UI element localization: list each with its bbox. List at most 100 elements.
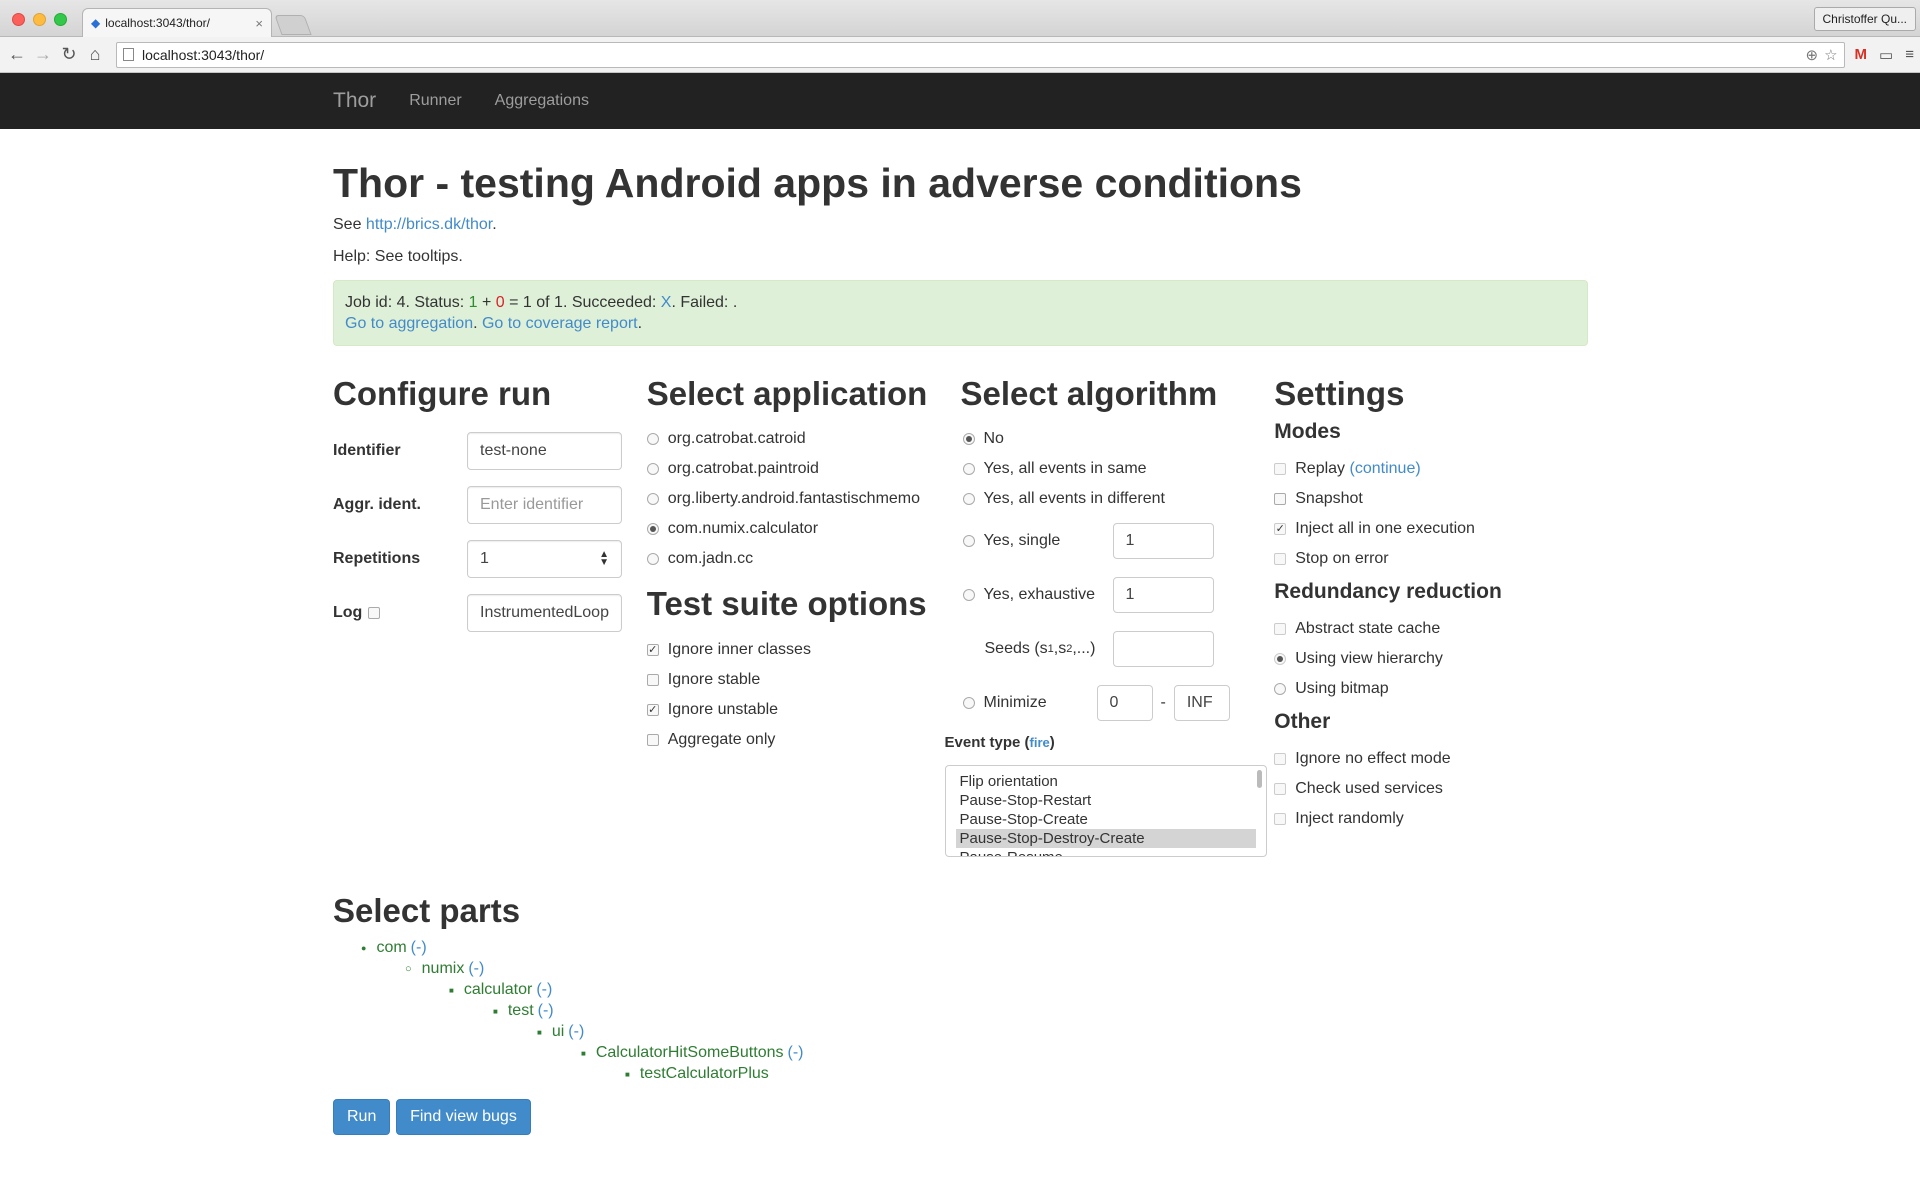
- tab-close-icon[interactable]: ×: [255, 16, 263, 31]
- menu-icon[interactable]: ≡: [1905, 46, 1914, 63]
- application-radio[interactable]: [646, 433, 659, 446]
- replay-option[interactable]: Replay (continue): [1274, 454, 1588, 484]
- abstract-cache-checkbox[interactable]: [1274, 623, 1287, 636]
- abstract-cache-option[interactable]: Abstract state cache: [1274, 614, 1588, 644]
- snapshot-option[interactable]: Snapshot: [1274, 484, 1588, 514]
- suite-checkbox[interactable]: [646, 673, 659, 686]
- minimize-window-button[interactable]: [33, 13, 46, 26]
- application-option[interactable]: org.catrobat.catroid: [646, 424, 961, 454]
- application-radio[interactable]: [646, 463, 659, 476]
- inject-all-option[interactable]: ✓ Inject all in one execution: [1274, 514, 1588, 544]
- cast-icon[interactable]: ▭: [1879, 46, 1893, 64]
- aggregation-link[interactable]: Go to aggregation: [345, 315, 473, 332]
- algo-no[interactable]: No: [961, 424, 1275, 454]
- bitmap-option[interactable]: Using bitmap: [1274, 674, 1588, 704]
- suite-checkbox[interactable]: ✓: [646, 703, 659, 716]
- tree-node-label[interactable]: calculator: [464, 981, 532, 999]
- zoom-icon[interactable]: ⊕: [1806, 46, 1819, 64]
- tree-collapse-toggle[interactable]: (-): [411, 939, 427, 957]
- log-checkbox[interactable]: [368, 607, 381, 620]
- event-type-option[interactable]: Flip orientation: [956, 772, 1256, 791]
- address-url[interactable]: localhost:3043/thor/: [142, 47, 1806, 63]
- close-window-button[interactable]: [12, 13, 25, 26]
- coverage-link[interactable]: Go to coverage report: [482, 315, 638, 332]
- application-radio[interactable]: [646, 523, 659, 536]
- algo-different[interactable]: Yes, all events in different: [961, 484, 1275, 514]
- continue-link[interactable]: (continue): [1350, 460, 1421, 478]
- algo-no-radio[interactable]: [962, 433, 975, 446]
- event-type-option[interactable]: Pause-Stop-Destroy-Create: [955, 829, 1256, 849]
- snapshot-checkbox[interactable]: [1274, 493, 1287, 506]
- suite-option[interactable]: Ignore stable: [646, 665, 961, 695]
- back-icon[interactable]: ←: [6, 44, 28, 65]
- address-bar[interactable]: localhost:3043/thor/ ⊕ ☆: [116, 41, 1845, 68]
- application-option[interactable]: org.catrobat.paintroid: [646, 454, 961, 484]
- zoom-window-button[interactable]: [54, 13, 67, 26]
- single-input[interactable]: 1: [1112, 523, 1214, 560]
- run-button[interactable]: Run: [333, 1098, 391, 1135]
- application-option[interactable]: org.liberty.android.fantastischmemo: [646, 484, 961, 514]
- check-services-checkbox[interactable]: [1274, 783, 1287, 796]
- tree-node-label[interactable]: CalculatorHitSomeButtons: [596, 1044, 784, 1062]
- suite-checkbox[interactable]: [646, 733, 659, 746]
- browser-tab[interactable]: ◆ localhost:3043/thor/ ×: [82, 8, 272, 37]
- algo-same[interactable]: Yes, all events in same: [961, 454, 1275, 484]
- reload-icon[interactable]: ↻: [58, 44, 80, 65]
- minimize-radio[interactable]: [962, 697, 975, 710]
- bitmap-radio[interactable]: [1274, 683, 1287, 696]
- stop-on-error-option[interactable]: Stop on error: [1274, 544, 1588, 574]
- fire-link[interactable]: fire: [1030, 735, 1050, 750]
- view-hierarchy-option[interactable]: Using view hierarchy: [1274, 644, 1588, 674]
- event-type-option[interactable]: Pause-Stop-Create: [956, 810, 1256, 829]
- gmail-icon[interactable]: M: [1855, 46, 1868, 63]
- application-radio[interactable]: [646, 493, 659, 506]
- application-option[interactable]: com.numix.calculator: [646, 514, 961, 544]
- tree-node-label[interactable]: testCalculatorPlus: [640, 1065, 769, 1083]
- inject-randomly-checkbox[interactable]: [1274, 813, 1287, 826]
- identifier-input[interactable]: test-none: [467, 432, 622, 471]
- suite-option[interactable]: ✓ Ignore inner classes: [646, 635, 961, 665]
- algo-same-radio[interactable]: [962, 463, 975, 476]
- home-icon[interactable]: ⌂: [84, 44, 106, 65]
- application-radio[interactable]: [646, 553, 659, 566]
- inject-all-checkbox[interactable]: ✓: [1274, 523, 1287, 536]
- application-option[interactable]: com.jadn.cc: [646, 544, 961, 574]
- algo-different-radio[interactable]: [962, 493, 975, 506]
- ignore-no-effect-option[interactable]: Ignore no effect mode: [1274, 744, 1588, 774]
- nav-link-runner[interactable]: Runner: [409, 92, 461, 110]
- tree-collapse-toggle[interactable]: (-): [536, 981, 552, 999]
- bookmark-star-icon[interactable]: ☆: [1824, 46, 1837, 64]
- replay-checkbox[interactable]: [1274, 463, 1287, 476]
- event-type-option[interactable]: Pause-Stop-Restart: [956, 791, 1256, 810]
- ignore-no-effect-checkbox[interactable]: [1274, 753, 1287, 766]
- listbox-scrollbar[interactable]: [1256, 770, 1262, 789]
- exhaustive-input[interactable]: 1: [1112, 577, 1214, 614]
- succeeded-link[interactable]: X: [661, 294, 672, 311]
- brics-link[interactable]: http://brics.dk/thor: [366, 216, 492, 233]
- tree-collapse-toggle[interactable]: (-): [538, 1002, 554, 1020]
- profile-button[interactable]: Christoffer Qu...: [1813, 7, 1916, 31]
- suite-checkbox[interactable]: ✓: [646, 643, 659, 656]
- repetitions-select[interactable]: 1 ▲ ▼: [467, 540, 622, 579]
- tree-collapse-toggle[interactable]: (-): [468, 960, 484, 978]
- nav-link-aggregations[interactable]: Aggregations: [495, 92, 589, 110]
- forward-icon[interactable]: →: [32, 44, 54, 65]
- minimize-to-input[interactable]: INF: [1173, 685, 1230, 722]
- log-input[interactable]: InstrumentedLoop: [467, 594, 622, 633]
- minimize-from-input[interactable]: 0: [1096, 685, 1153, 722]
- suite-option[interactable]: ✓ Ignore unstable: [646, 695, 961, 725]
- navbar-brand[interactable]: Thor: [333, 89, 376, 113]
- inject-randomly-option[interactable]: Inject randomly: [1274, 804, 1588, 834]
- tree-collapse-toggle[interactable]: (-): [787, 1044, 803, 1062]
- event-type-listbox[interactable]: Flip orientation Pause-Stop-Restart Pause-…: [944, 765, 1267, 858]
- algo-exhaustive-radio[interactable]: [962, 589, 975, 602]
- tree-node-label[interactable]: numix: [422, 960, 465, 978]
- seeds-input[interactable]: [1112, 631, 1214, 668]
- aggr-input[interactable]: Enter identifier: [467, 486, 622, 525]
- stop-on-error-checkbox[interactable]: [1274, 553, 1287, 566]
- tree-node-label[interactable]: ui: [552, 1023, 564, 1041]
- view-hierarchy-radio[interactable]: [1274, 653, 1287, 666]
- tree-collapse-toggle[interactable]: (-): [568, 1023, 584, 1041]
- check-services-option[interactable]: Check used services: [1274, 774, 1588, 804]
- tree-node-label[interactable]: com: [376, 939, 406, 957]
